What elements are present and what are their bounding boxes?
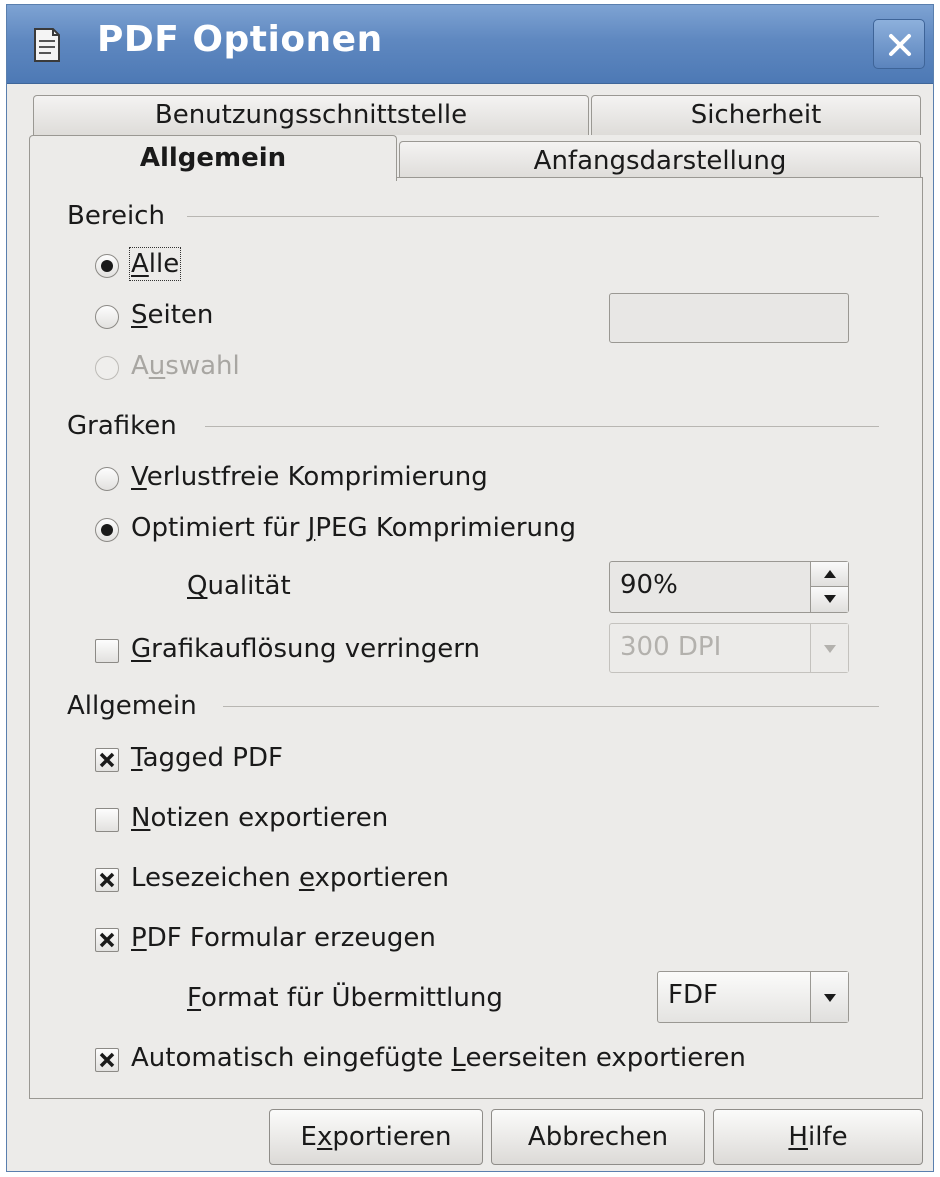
section-grafiken-label: Grafiken: [67, 411, 177, 441]
spin-down-button[interactable]: [810, 587, 848, 612]
radio-indicator[interactable]: [95, 254, 119, 278]
checkbox-indicator[interactable]: [95, 808, 119, 832]
checkmark-x-icon: [99, 872, 115, 888]
help-button[interactable]: Hilfe: [713, 1109, 923, 1165]
tab-sicherheit[interactable]: Sicherheit: [591, 95, 921, 135]
arrow-up-icon: [824, 570, 836, 578]
radio-indicator[interactable]: [95, 305, 119, 329]
cancel-button[interactable]: Abbrechen: [491, 1109, 705, 1165]
qualitaet-label: Qualität: [187, 571, 291, 601]
checkmark-x-icon: [99, 1052, 115, 1068]
spin-up-button[interactable]: [810, 562, 848, 587]
radio-jpeg-label[interactable]: Optimiert für JPEG Komprimierung: [131, 513, 576, 543]
section-divider: [187, 216, 879, 217]
checkbox-indicator[interactable]: [95, 748, 119, 772]
tab-label: Allgemein: [139, 143, 287, 173]
seiten-input[interactable]: [609, 293, 849, 343]
window-title: PDF Optionen: [97, 19, 383, 60]
checkbox-indicator[interactable]: [95, 928, 119, 952]
checkbox-aufloesung-label[interactable]: Grafikauflösung verringern: [131, 634, 480, 664]
dpi-dropdown[interactable]: 300 DPI: [609, 623, 849, 673]
qualitaet-spinbox[interactable]: 90%: [609, 561, 849, 613]
radio-indicator[interactable]: [95, 356, 119, 380]
tab-label: Benutzungsschnittstelle: [154, 100, 468, 130]
radio-auswahl-label[interactable]: Auswahl: [131, 351, 240, 381]
checkbox-indicator[interactable]: [95, 868, 119, 892]
tab-label: Anfangsdarstellung: [533, 146, 787, 176]
title-bar[interactable]: PDF Optionen: [7, 5, 933, 84]
checkbox-lesezeichen-label[interactable]: Lesezeichen exportieren: [131, 863, 449, 893]
section-bereich-label: Bereich: [67, 201, 165, 231]
pdf-options-dialog: PDF Optionen Benutzungsschnittstelle Sic…: [6, 4, 934, 1172]
document-icon: [29, 25, 65, 65]
checkbox-tagged-pdf-label[interactable]: Tagged PDF: [131, 743, 283, 773]
tab-benutzungsschnittstelle[interactable]: Benutzungsschnittstelle: [33, 95, 589, 135]
section-allgemein-label: Allgemein: [67, 691, 197, 721]
export-button[interactable]: Exportieren: [269, 1109, 483, 1165]
radio-alle-label[interactable]: Alle: [128, 247, 182, 281]
dropdown-button[interactable]: [810, 972, 848, 1022]
format-dropdown[interactable]: FDF: [657, 971, 849, 1023]
format-label: Format für Übermittlung: [187, 983, 503, 1013]
checkbox-notizen-label[interactable]: Notizen exportieren: [131, 803, 388, 833]
radio-verlustfrei-label[interactable]: Verlustfreie Komprimierung: [131, 462, 488, 492]
radio-indicator[interactable]: [95, 467, 119, 491]
tab-label: Sicherheit: [690, 100, 822, 130]
radio-indicator[interactable]: [95, 518, 119, 542]
chevron-down-icon: [824, 645, 836, 653]
checkbox-leerseiten-label[interactable]: Automatisch eingefügte Leerseiten export…: [131, 1043, 746, 1073]
radio-seiten-label[interactable]: Seiten: [131, 300, 213, 330]
tab-allgemein[interactable]: Allgemein: [29, 135, 397, 181]
checkmark-x-icon: [99, 752, 115, 768]
close-button[interactable]: [873, 19, 925, 69]
checkmark-x-icon: [99, 932, 115, 948]
arrow-down-icon: [824, 595, 836, 603]
tab-anfangsdarstellung[interactable]: Anfangsdarstellung: [399, 141, 921, 179]
checkbox-indicator[interactable]: [95, 639, 119, 663]
dropdown-button[interactable]: [810, 624, 848, 672]
close-icon: [889, 34, 911, 56]
section-divider: [223, 706, 879, 707]
checkbox-pdf-formular-label[interactable]: PDF Formular erzeugen: [131, 923, 436, 953]
section-divider: [205, 426, 879, 427]
chevron-down-icon: [824, 994, 836, 1002]
checkbox-indicator[interactable]: [95, 1048, 119, 1072]
